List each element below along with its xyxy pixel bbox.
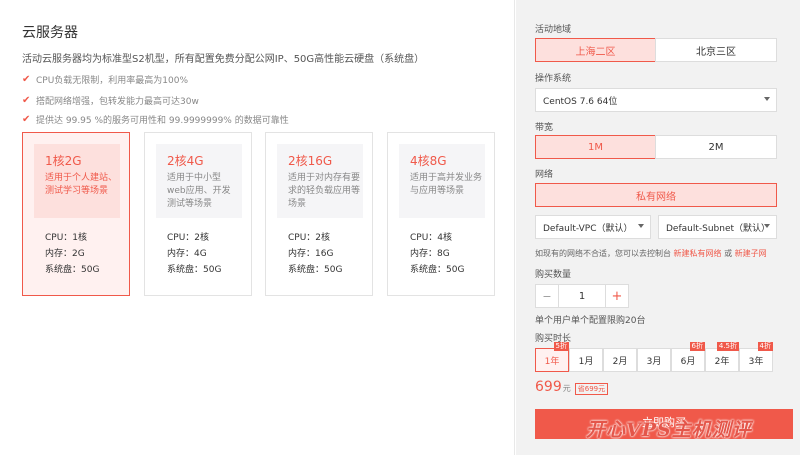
plan-cpu: CPU：2核 (288, 233, 331, 243)
duration-option-3y[interactable]: 3年 4折 (739, 342, 773, 372)
chevron-down-icon (764, 224, 770, 228)
plan-disk: 系统盘：50G (45, 265, 100, 275)
plan-mem: 内存：2G (45, 249, 85, 259)
quantity-minus-button[interactable]: − (535, 284, 559, 308)
plan-disk: 系统盘：50G (410, 265, 465, 275)
duration-option-1y[interactable]: 1年 5折 (535, 342, 569, 372)
duration-option-2m[interactable]: 2月 (603, 348, 637, 372)
network-type-private[interactable]: 私有网络 (535, 183, 777, 207)
feature-item: ✔ 搭配网络增强，包转发能力最高可达30w (22, 95, 199, 107)
network-note: 如现有的网络不合适，您可以去控制台 新建私有网络 或 新建子网 (535, 249, 767, 258)
check-icon: ✔ (22, 114, 31, 125)
plan-desc: 适用于中小型web应用、开发测试等场景 (167, 173, 231, 209)
quantity-input[interactable]: 1 (558, 284, 606, 308)
region-label: 活动地域 (535, 25, 572, 35)
bandwidth-option-1m[interactable]: 1M (535, 135, 656, 159)
plan-cpu: CPU：2核 (167, 233, 210, 243)
plan-card-2c16g[interactable]: 2核16G 适用于对内存有要求的轻负载应用等场景 CPU：2核 内存：16G 系… (265, 132, 373, 296)
quantity-plus-button[interactable]: + (605, 284, 629, 308)
plan-cpu: CPU：4核 (410, 233, 453, 243)
plan-card-header: 2核16G 适用于对内存有要求的轻负载应用等场景 (277, 144, 363, 218)
plan-card-header: 4核8G 适用于高并发业务与应用等场景 (399, 144, 485, 218)
duration-option-1m[interactable]: 1月 (569, 348, 603, 372)
page-description: 活动云服务器均为标准型S2机型，所有配置免费分配公网IP、50G高性能云硬盘（系… (22, 54, 425, 65)
create-vpc-link[interactable]: 新建私有网络 (674, 249, 722, 258)
plan-card-4c8g[interactable]: 4核8G 适用于高并发业务与应用等场景 CPU：4核 内存：8G 系统盘：50G (387, 132, 495, 296)
subnet-select[interactable]: Default-Subnet（默认） (658, 215, 777, 239)
bandwidth-option-2m[interactable]: 2M (655, 135, 777, 159)
vpc-select[interactable]: Default-VPC（默认） (535, 215, 651, 239)
plan-disk: 系统盘：50G (288, 265, 343, 275)
feature-item: ✔ 提供达 99.95 %的服务可用性和 99.9999999% 的数据可靠性 (22, 114, 289, 126)
discount-badge: 5折 (553, 342, 569, 351)
plan-name: 4核8G (410, 154, 447, 168)
duration-option-3m[interactable]: 3月 (637, 348, 671, 372)
feature-item: ✔ CPU负载无限制，利用率最高为100% (22, 74, 189, 86)
plan-card-header: 1核2G 适用于个人建站、测试学习等场景 (34, 144, 120, 218)
discount-badge: 4.5折 (716, 342, 739, 351)
plan-card-header: 2核4G 适用于中小型web应用、开发测试等场景 (156, 144, 242, 218)
duration-option-6m[interactable]: 6月 6折 (671, 342, 705, 372)
os-label: 操作系统 (535, 74, 572, 84)
plan-desc: 适用于对内存有要求的轻负载应用等场景 (288, 173, 361, 209)
plan-desc: 适用于个人建站、测试学习等场景 (45, 173, 118, 196)
page-title: 云服务器 (22, 25, 78, 41)
bandwidth-label: 带宽 (535, 123, 554, 133)
plan-card-2c4g[interactable]: 2核4G 适用于中小型web应用、开发测试等场景 CPU：2核 内存：4G 系统… (144, 132, 252, 296)
saving-badge: 省699元 (574, 383, 609, 395)
price-unit: 元 (562, 384, 571, 393)
plan-name: 1核2G (45, 154, 82, 168)
price-display: 699 元 省699元 (535, 379, 609, 395)
os-select[interactable]: CentOS 7.6 64位 (535, 88, 777, 112)
chevron-down-icon (638, 224, 644, 228)
plan-name: 2核4G (167, 154, 204, 168)
order-sidebar: 活动地域 上海二区 北京三区 操作系统 CentOS 7.6 64位 带宽 1M… (516, 0, 800, 455)
plan-desc: 适用于高并发业务与应用等场景 (410, 173, 483, 196)
check-icon: ✔ (22, 95, 31, 106)
discount-badge: 4折 (757, 342, 773, 351)
watermark: 开心VPS主机测评 (586, 419, 752, 441)
plan-mem: 内存：4G (167, 249, 207, 259)
duration-option-2y[interactable]: 2年 4.5折 (705, 342, 739, 372)
region-option-shanghai-2[interactable]: 上海二区 (535, 38, 656, 62)
plan-mem: 内存：16G (288, 249, 334, 259)
check-icon: ✔ (22, 74, 31, 85)
chevron-down-icon (764, 97, 770, 101)
config-panel: 云服务器 活动云服务器均为标准型S2机型，所有配置免费分配公网IP、50G高性能… (0, 0, 515, 455)
discount-badge: 6折 (689, 342, 705, 351)
plan-disk: 系统盘：50G (167, 265, 222, 275)
plan-mem: 内存：8G (410, 249, 450, 259)
quantity-label: 购买数量 (535, 270, 572, 280)
region-option-beijing-3[interactable]: 北京三区 (655, 38, 777, 62)
create-subnet-link[interactable]: 新建子网 (735, 249, 767, 258)
price-amount: 699 (535, 379, 562, 395)
network-label: 网络 (535, 170, 554, 180)
plan-card-1c2g[interactable]: 1核2G 适用于个人建站、测试学习等场景 CPU：1核 内存：2G 系统盘：50… (22, 132, 130, 296)
quantity-limit-note: 单个用户单个配置限购20台 (535, 316, 646, 326)
plan-name: 2核16G (288, 154, 333, 168)
plan-cpu: CPU：1核 (45, 233, 88, 243)
